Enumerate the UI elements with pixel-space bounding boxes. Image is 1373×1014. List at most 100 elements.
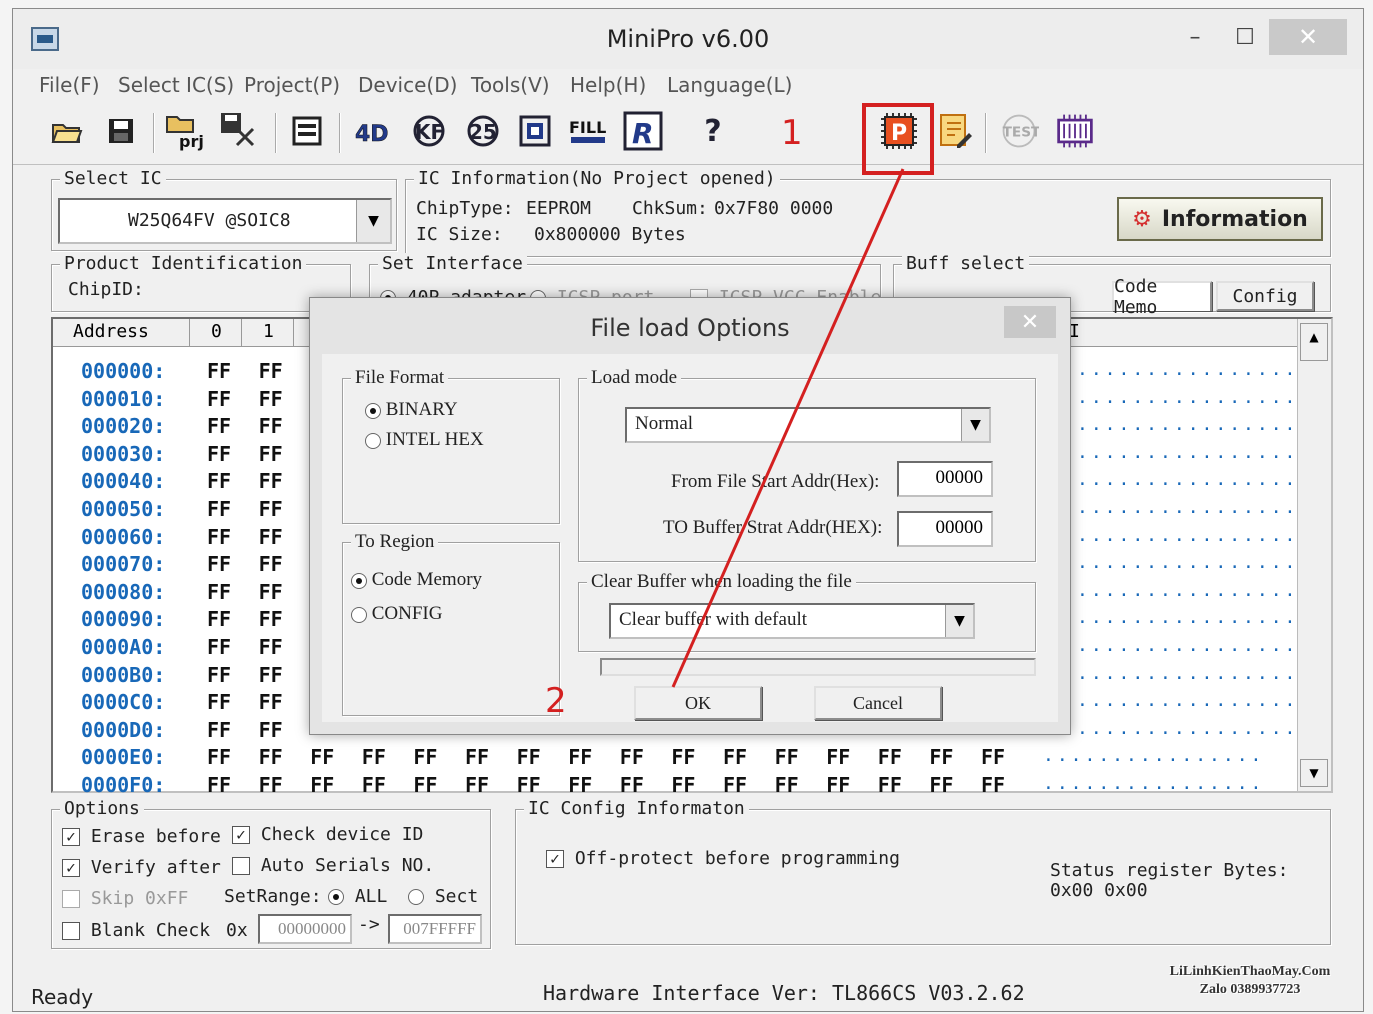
binary-radio[interactable]: BINARY [365, 399, 458, 421]
open-project-icon[interactable]: prj [165, 111, 205, 151]
hex-byte[interactable]: FF [723, 773, 747, 797]
hex-byte[interactable]: FF [775, 773, 799, 797]
menu-language[interactable]: Language(L) [667, 73, 792, 97]
hex-byte[interactable]: FF [929, 773, 953, 797]
load-mode-select[interactable]: Normal ▼ [625, 407, 991, 443]
hex-byte[interactable]: FF [207, 497, 231, 521]
hex-byte[interactable]: FF [362, 773, 386, 797]
hex-byte[interactable]: FF [413, 745, 437, 769]
hex-byte[interactable]: FF [517, 773, 541, 797]
hex-byte[interactable]: FF [981, 773, 1005, 797]
hex-byte[interactable]: FF [465, 773, 489, 797]
help-icon[interactable]: ? [693, 111, 733, 151]
auto-serials-checkbox[interactable]: Auto Serials NO. [232, 855, 434, 876]
hex-byte[interactable]: FF [310, 745, 334, 769]
hex-byte[interactable]: FF [259, 607, 283, 631]
hex-byte[interactable]: FF [620, 773, 644, 797]
chip-icon[interactable] [1055, 111, 1095, 151]
hex-byte[interactable]: FF [259, 580, 283, 604]
hex-byte[interactable]: FF [207, 359, 231, 383]
chevron-down-icon[interactable]: ▼ [961, 409, 989, 441]
hex-byte[interactable]: FF [826, 745, 850, 769]
hex-byte[interactable]: FF [259, 635, 283, 659]
chevron-down-icon[interactable]: ▼ [356, 200, 390, 242]
hex-byte[interactable]: FF [723, 745, 747, 769]
hex-byte[interactable]: FF [929, 745, 953, 769]
clear-buffer-select[interactable]: Clear buffer with default ▼ [609, 603, 975, 639]
hex-byte[interactable]: FF [207, 663, 231, 687]
blank-check-checkbox[interactable]: Blank Check [62, 920, 210, 941]
hex-byte[interactable]: FF [207, 745, 231, 769]
open-icon[interactable] [47, 111, 87, 151]
hex-byte[interactable]: FF [207, 635, 231, 659]
range-sect-radio[interactable]: Sect [408, 886, 478, 907]
hex-byte[interactable]: FF [259, 469, 283, 493]
hex-byte[interactable]: FF [620, 745, 644, 769]
hex-byte[interactable]: FF [671, 745, 695, 769]
hex-byte[interactable]: FF [259, 663, 283, 687]
range-to-input[interactable]: 007FFFFF [388, 914, 482, 944]
hex-byte[interactable]: FF [878, 773, 902, 797]
ok-button[interactable]: OK [634, 686, 762, 720]
menu-project[interactable]: Project(P) [244, 73, 340, 97]
range-all-radio[interactable]: ALL [328, 886, 387, 907]
chevron-down-icon[interactable]: ▼ [945, 605, 973, 637]
ic-select[interactable]: W25Q64FV @SOIC8 ▼ [58, 198, 392, 244]
from-file-addr-input[interactable]: 00000 [897, 461, 993, 497]
menu-help[interactable]: Help(H) [570, 73, 646, 97]
config-radio[interactable]: CONFIG [351, 603, 442, 625]
erase-before-checkbox[interactable]: ✓ Erase before [62, 826, 221, 847]
save-project-icon[interactable] [219, 111, 259, 151]
hex-byte[interactable]: FF [259, 690, 283, 714]
hex-byte[interactable]: FF [207, 690, 231, 714]
hex-byte[interactable]: FF [568, 745, 592, 769]
hex-byte[interactable]: FF [259, 387, 283, 411]
range-from-input[interactable]: 00000000 [258, 914, 352, 944]
fill-icon[interactable]: FILL [569, 111, 609, 151]
menu-file[interactable]: File(F) [39, 73, 100, 97]
hex-byte[interactable]: FF [207, 552, 231, 576]
hex-byte[interactable]: FF [207, 773, 231, 797]
hex-byte[interactable]: FF [878, 745, 902, 769]
hex-byte[interactable]: FF [207, 580, 231, 604]
vertical-scrollbar[interactable]: ▲ ▼ [1297, 319, 1331, 791]
verify-after-checkbox[interactable]: ✓ Verify after [62, 857, 221, 878]
to-buffer-addr-input[interactable]: 00000 [897, 511, 993, 547]
close-button[interactable]: ✕ [1269, 19, 1347, 55]
hex-byte[interactable]: FF [207, 607, 231, 631]
hex-byte[interactable]: FF [259, 745, 283, 769]
hex-byte[interactable]: FF [207, 442, 231, 466]
hex-byte[interactable]: FF [259, 497, 283, 521]
hex-byte[interactable]: FF [207, 469, 231, 493]
hex-byte[interactable]: FF [207, 718, 231, 742]
hex-byte[interactable]: FF [259, 718, 283, 742]
save-icon[interactable] [101, 111, 141, 151]
chip-info-icon[interactable] [287, 111, 327, 151]
hex-byte[interactable]: FF [207, 525, 231, 549]
dialog-close-button[interactable]: ✕ [1004, 306, 1056, 338]
hex-byte[interactable]: FF [362, 745, 386, 769]
check-device-id-checkbox[interactable]: ✓ Check device ID [232, 824, 423, 845]
read-icon[interactable]: 4D [353, 111, 393, 151]
hex-byte[interactable]: FF [310, 773, 334, 797]
scroll-thumb[interactable] [1300, 343, 1328, 361]
encrypt-icon[interactable] [515, 111, 555, 151]
information-button[interactable]: ⚙ Information [1117, 197, 1323, 241]
off-protect-checkbox[interactable]: ✓ Off-protect before programming [546, 848, 900, 869]
menu-device[interactable]: Device(D) [358, 73, 457, 97]
hex-byte[interactable]: FF [259, 359, 283, 383]
hex-byte[interactable]: FF [465, 745, 489, 769]
hex-byte[interactable]: FF [671, 773, 695, 797]
read-id-icon[interactable]: R [623, 111, 663, 151]
edit-icon[interactable] [935, 111, 975, 151]
menu-tools[interactable]: Tools(V) [471, 73, 550, 97]
code-memory-radio[interactable]: Code Memory [351, 569, 482, 591]
verify-icon[interactable]: KF [407, 111, 447, 151]
tab-code-memo[interactable]: Code Memo [1112, 276, 1212, 318]
hex-byte[interactable]: FF [259, 442, 283, 466]
intel-hex-radio[interactable]: INTEL HEX [365, 429, 484, 451]
hex-byte[interactable]: FF [517, 745, 541, 769]
hex-byte[interactable]: FF [826, 773, 850, 797]
blank-check-icon[interactable]: 25 [461, 111, 501, 151]
hex-byte[interactable]: FF [413, 773, 437, 797]
